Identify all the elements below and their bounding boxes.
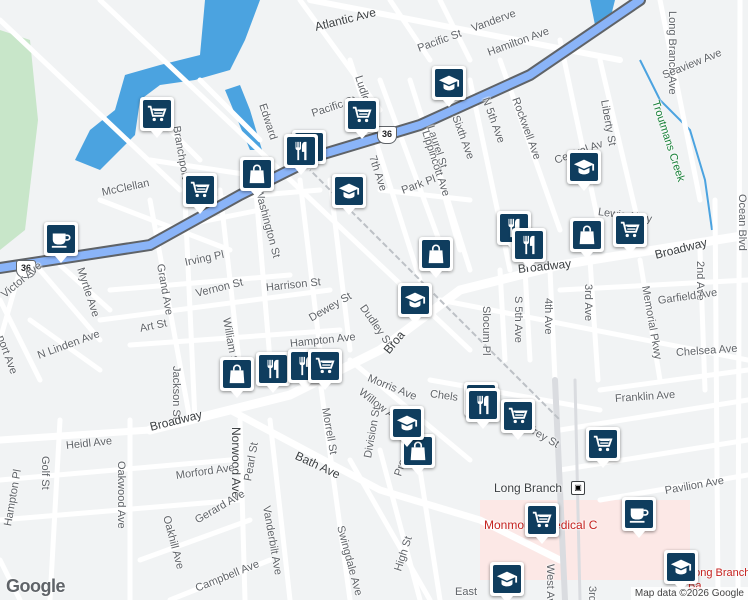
school-icon [435, 69, 463, 97]
grocery-cart-icon [348, 101, 376, 129]
map-pin-school[interactable] [390, 406, 424, 447]
route-shield-label: 36 [20, 263, 31, 273]
grocery-cart-icon [616, 216, 644, 244]
route-shield-label: 36 [381, 129, 392, 139]
map-pin-restaurant[interactable] [512, 228, 546, 269]
map-pin-grocery-cart[interactable] [183, 173, 217, 214]
map-pin-grocery-cart[interactable] [308, 349, 342, 390]
river-water [75, 0, 260, 170]
map-pin-grocery-cart[interactable] [613, 213, 647, 254]
grocery-cart-icon [186, 176, 214, 204]
map-pin-grocery-cart[interactable] [586, 427, 620, 468]
school-icon [335, 177, 363, 205]
map-pin-grocery-cart[interactable] [501, 399, 535, 440]
coffee-cup-icon [625, 500, 653, 528]
restaurant-icon [259, 355, 287, 383]
map-pin-coffee-cup[interactable] [44, 222, 78, 263]
train-station-icon: ▣ [571, 481, 585, 495]
inlet-water [225, 85, 262, 150]
grocery-cart-icon [589, 430, 617, 458]
shopping-bag-icon [422, 240, 450, 268]
map-pin-coffee-cup[interactable] [622, 497, 656, 538]
map-attribution[interactable]: Map data ©2026 Google [630, 587, 748, 600]
shopping-bag-icon [573, 221, 601, 249]
shopping-bag-icon [223, 360, 251, 388]
route-36-shield: 36 [16, 260, 36, 278]
map-pin-school[interactable] [398, 283, 432, 324]
map-pin-shopping-bag[interactable] [240, 157, 274, 198]
route-36-shield: 36 [377, 126, 397, 144]
restaurant-icon [515, 231, 543, 259]
coffee-cup-icon [47, 225, 75, 253]
map-pin-restaurant[interactable] [466, 388, 500, 429]
map-pin-grocery-cart[interactable] [345, 98, 379, 139]
school-icon [570, 153, 598, 181]
grocery-cart-icon [143, 100, 171, 128]
grocery-cart-icon [504, 402, 532, 430]
school-icon [493, 565, 521, 593]
map-pin-shopping-bag[interactable] [220, 357, 254, 398]
school-icon [667, 553, 695, 581]
map-canvas[interactable]: 36 36 Atlantic Ave Pacific St Vanderve H… [0, 0, 748, 600]
map-pin-shopping-bag[interactable] [570, 218, 604, 259]
map-pin-school[interactable] [432, 66, 466, 107]
restaurant-icon [287, 137, 315, 165]
map-pin-grocery-cart[interactable] [525, 503, 559, 544]
map-pin-grocery-cart[interactable] [140, 97, 174, 138]
restaurant-icon [469, 391, 497, 419]
map-pin-restaurant[interactable] [256, 352, 290, 393]
park-area [0, 30, 38, 250]
school-icon [401, 286, 429, 314]
grocery-cart-icon [311, 352, 339, 380]
map-pin-school[interactable] [567, 150, 601, 191]
shopping-bag-icon [243, 160, 271, 188]
map-pin-school[interactable] [332, 174, 366, 215]
map-pin-school[interactable] [490, 562, 524, 600]
grocery-cart-icon [528, 506, 556, 534]
google-logo: Google [6, 576, 66, 596]
map-pin-shopping-bag[interactable] [419, 237, 453, 278]
map-pin-restaurant[interactable] [284, 134, 318, 175]
school-icon [393, 409, 421, 437]
map-pin-school[interactable] [664, 550, 698, 591]
